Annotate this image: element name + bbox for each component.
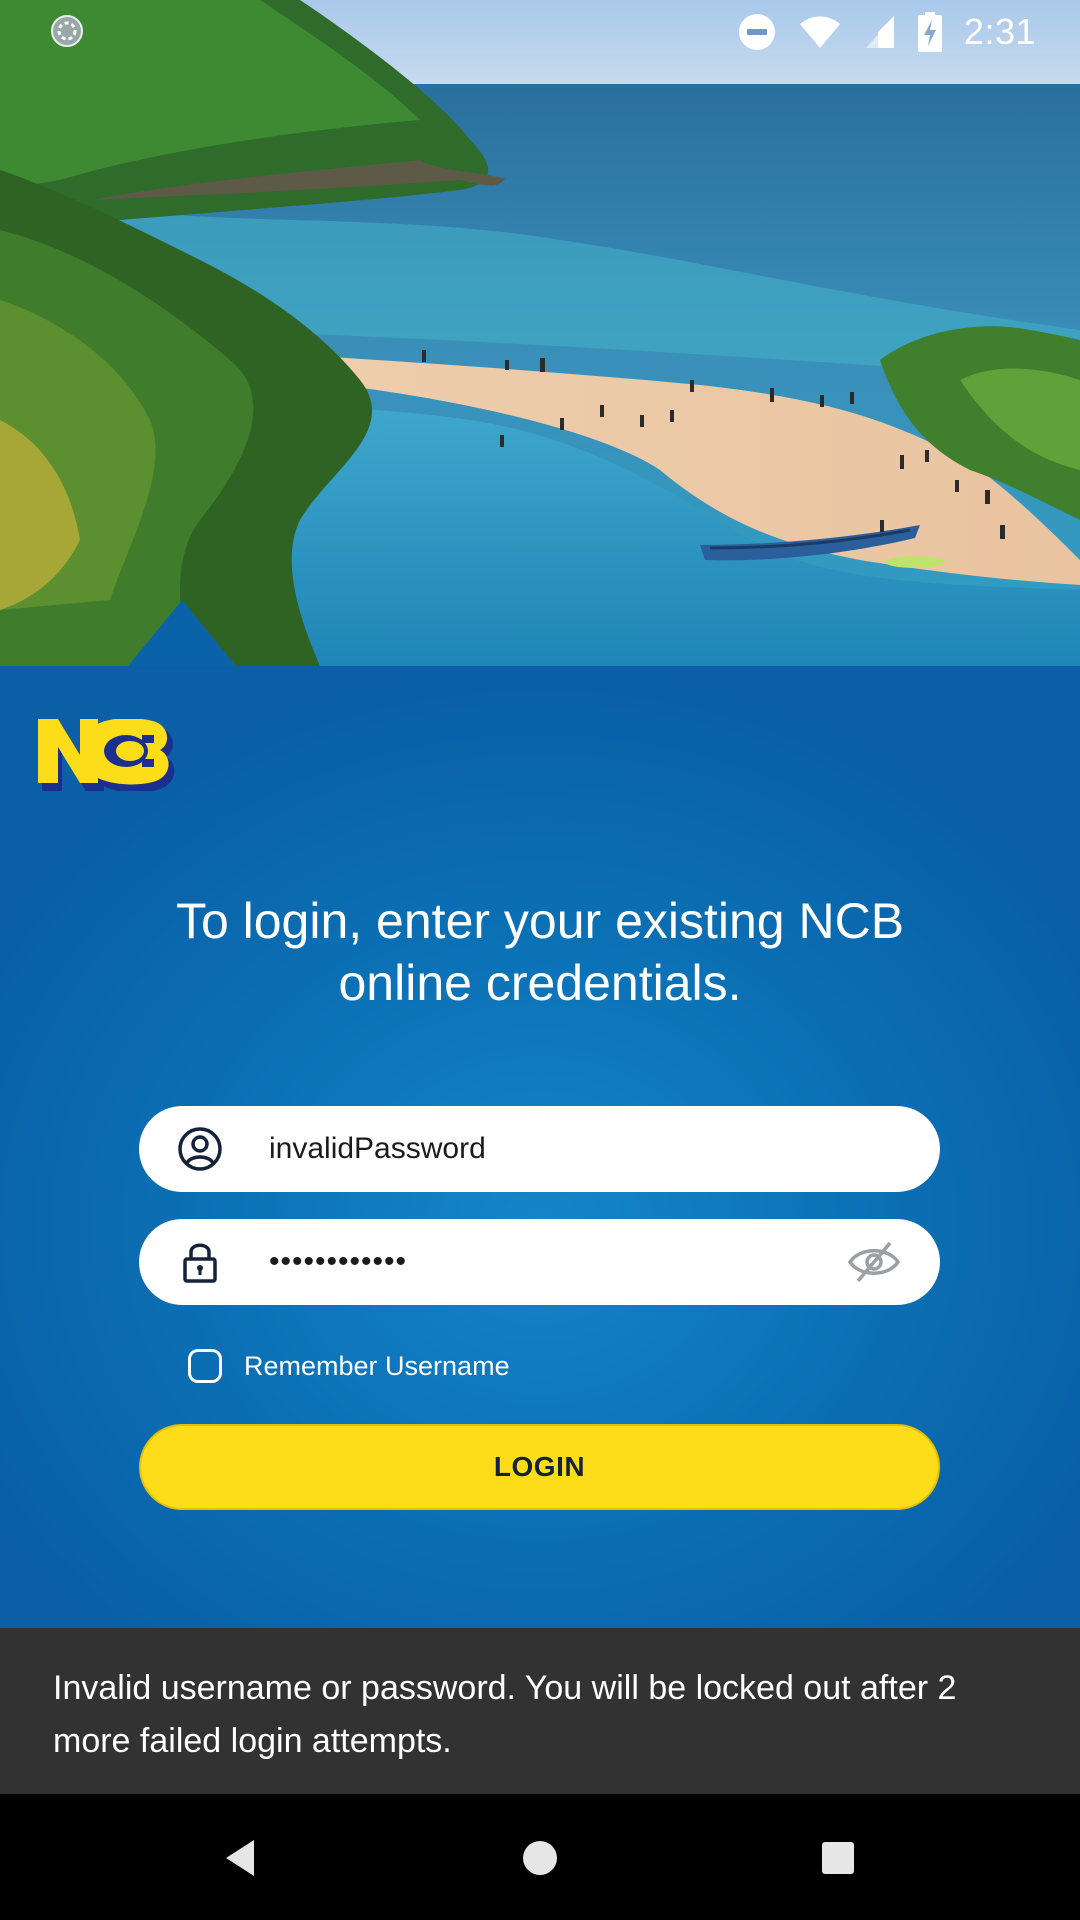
remember-username-label: Remember Username (244, 1350, 510, 1381)
error-message: Invalid username or password. You will b… (53, 1669, 957, 1760)
do-not-disturb-icon (738, 13, 775, 50)
error-snackbar: Invalid username or password. You will b… (0, 1628, 1080, 1794)
status-bar: 2:31 (0, 0, 1080, 63)
login-instructions: To login, enter your existing NCB online… (175, 893, 905, 1011)
user-icon (178, 1127, 222, 1171)
home-icon[interactable] (516, 1834, 564, 1882)
eye-off-icon[interactable] (846, 1239, 902, 1285)
battery-charging-icon (917, 11, 942, 52)
loading-circle-icon (51, 15, 83, 47)
username-input[interactable] (269, 1106, 829, 1192)
back-icon[interactable] (218, 1834, 266, 1882)
password-input[interactable]: •••••••••••• (269, 1219, 829, 1305)
login-button[interactable]: LOGIN (139, 1424, 940, 1510)
remember-username-checkbox[interactable] (188, 1349, 222, 1383)
login-screen: 2:31 To login, enter your existing NCB o… (0, 0, 1080, 1920)
ncb-logo (38, 719, 175, 791)
remember-username-option[interactable]: Remember Username (188, 1346, 510, 1386)
hero-beach-image (0, 0, 1080, 666)
navigation-bar (0, 1794, 1080, 1920)
panel-notch (128, 600, 236, 666)
login-button-label: LOGIN (493, 1451, 586, 1482)
username-field[interactable] (139, 1106, 940, 1192)
wifi-icon (799, 16, 840, 48)
status-time: 2:31 (963, 10, 1036, 52)
lock-icon (183, 1243, 217, 1283)
signal-icon (865, 15, 894, 48)
status-icons: 2:31 (738, 0, 1036, 63)
password-field[interactable]: •••••••••••• (139, 1219, 940, 1305)
recents-icon[interactable] (814, 1834, 862, 1882)
